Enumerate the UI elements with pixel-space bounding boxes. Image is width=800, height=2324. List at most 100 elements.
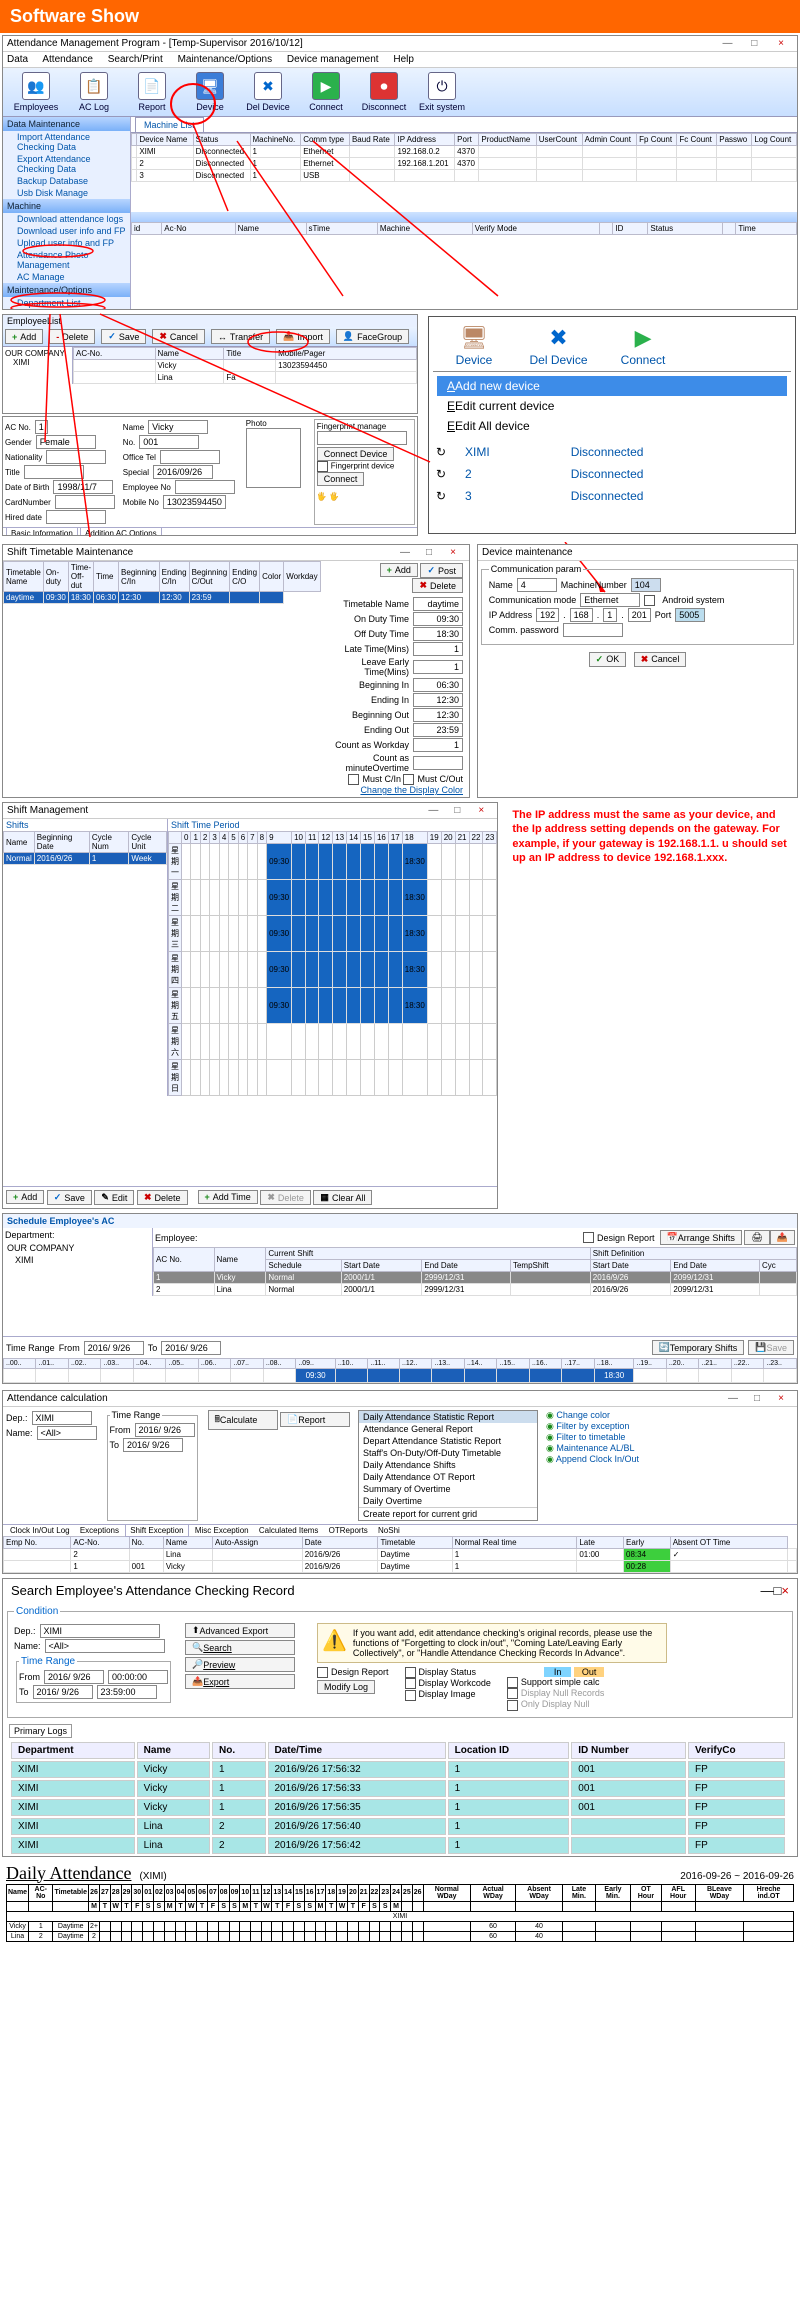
ac-grid[interactable]: Emp No.AC-No.No.NameAuto-AssignDateTimet…	[3, 1536, 797, 1573]
sr-preview[interactable]: 🔎 Preview	[185, 1657, 295, 1672]
emp-delete[interactable]: -Delete	[49, 329, 95, 344]
actab-2[interactable]: Shift Exception	[125, 1524, 188, 1537]
menu-attendance[interactable]: Attendance	[42, 54, 93, 65]
close-button[interactable]: ×	[769, 38, 793, 49]
lower-grid[interactable]: idAc·NoNamesTimeMachineVerify ModeIDStat…	[131, 222, 797, 235]
ac-dep[interactable]: XIMI	[32, 1411, 92, 1425]
sm-add[interactable]: +Add	[6, 1190, 44, 1204]
tb-exit[interactable]: ⏻Exit system	[413, 72, 471, 112]
tb-disconnect[interactable]: ⏺Disconnect	[355, 72, 413, 112]
ac-name[interactable]: <All>	[37, 1426, 97, 1440]
acm-2[interactable]: Depart Attendance Statistic Report	[359, 1435, 537, 1447]
machine-grid[interactable]: Device NameStatusMachineNo.Comm typeBaud…	[131, 133, 797, 182]
sm-grid[interactable]: NameBeginning DateCycle NumCycle UnitNor…	[3, 831, 167, 865]
acm-1[interactable]: Attendance General Report	[359, 1423, 537, 1435]
sr-to[interactable]: 2016/ 9/26	[33, 1685, 93, 1699]
sl-acmanage[interactable]: AC Manage	[3, 271, 130, 283]
acm-3[interactable]: Staff's On-Duty/Off-Duty Timetable	[359, 1447, 537, 1459]
chg-color-link[interactable]: Change the Display Color	[360, 785, 463, 795]
acl-4[interactable]: Append Clock In/Out	[556, 1454, 639, 1464]
sl-photo[interactable]: Attendance Photo Management	[3, 249, 130, 271]
sm-addtime[interactable]: +Add Time	[198, 1190, 258, 1204]
maximize-button[interactable]: □	[742, 38, 766, 49]
stt-add[interactable]: +Add	[380, 563, 418, 577]
sl-backup[interactable]: Backup Database	[3, 175, 130, 187]
zoom-device[interactable]: 🖥Device	[433, 321, 515, 371]
acm-6[interactable]: Summary of Overtime	[359, 1483, 537, 1495]
tree-sub[interactable]: XIMI	[5, 358, 70, 367]
emp-facegroup[interactable]: 👤FaceGroup	[336, 329, 409, 344]
zm-edit[interactable]: EEdit current device	[437, 396, 787, 416]
actab-3[interactable]: Misc Exception	[191, 1525, 253, 1536]
sr-t1[interactable]: 00:00:00	[108, 1670, 168, 1684]
acm-0[interactable]: Daily Attendance Statistic Report	[359, 1411, 537, 1423]
menu-data[interactable]: Data	[7, 54, 28, 65]
temp-shifts-btn[interactable]: 🔄 Temporary Shifts	[652, 1340, 745, 1355]
minimize-button[interactable]: —	[715, 38, 739, 49]
sl-dl-logs[interactable]: Download attendance logs	[3, 213, 130, 225]
plog-tab[interactable]: Primary Logs	[9, 1724, 72, 1738]
sl-deptlist[interactable]: Department List	[3, 297, 130, 309]
tb-employees[interactable]: 👥Employees	[7, 72, 65, 112]
acm-5[interactable]: Daily Attendance OT Report	[359, 1471, 537, 1483]
tb-del-device[interactable]: ✖Del Device	[239, 72, 297, 112]
actab-6[interactable]: NoShi	[374, 1525, 404, 1536]
emp-add[interactable]: +Add	[5, 329, 43, 344]
stt-grid[interactable]: Timetable NameOn-dutyTime-Off-dutTimeBeg…	[3, 561, 321, 604]
plog-grid[interactable]: DepartmentNameNo.Date/TimeLocation IDID …	[9, 1740, 787, 1856]
acm-4[interactable]: Daily Attendance Shifts	[359, 1459, 537, 1471]
se-from[interactable]: 2016/ 9/26	[84, 1341, 144, 1355]
sr-from[interactable]: 2016/ 9/26	[44, 1670, 104, 1684]
se-to[interactable]: 2016/ 9/26	[161, 1341, 221, 1355]
sr-search[interactable]: 🔍 Search	[185, 1640, 295, 1655]
sl-ul-user[interactable]: Upload user info and FP	[3, 237, 130, 249]
actab-0[interactable]: Clock In/Out Log	[6, 1525, 74, 1536]
ac-report[interactable]: 📄 Report	[280, 1412, 350, 1427]
sr-export[interactable]: 📤 Export	[185, 1674, 295, 1689]
se-grid[interactable]: AC No.NameCurrent ShiftShift DefinitionS…	[153, 1247, 797, 1296]
acl-3[interactable]: Maintenance AL/BL	[556, 1443, 634, 1453]
sl-import[interactable]: Import Attendance Checking Data	[3, 131, 130, 153]
devmaint-cancel[interactable]: ✖Cancel	[634, 652, 687, 667]
sm-edit[interactable]: ✎Edit	[94, 1190, 134, 1205]
actab-1[interactable]: Exceptions	[76, 1525, 123, 1536]
menu-maintenance[interactable]: Maintenance/Options	[178, 54, 273, 65]
sl-dl-user[interactable]: Download user info and FP	[3, 225, 130, 237]
sr-t2[interactable]: 23:59:00	[97, 1685, 157, 1699]
tb-connect[interactable]: ▶Connect	[297, 72, 355, 112]
sr-advexp[interactable]: ⬆ Advanced Export	[185, 1623, 295, 1638]
print-btn[interactable]: 🖨	[744, 1230, 769, 1245]
zm-add[interactable]: AAdd new device	[437, 376, 787, 396]
emplist-grid[interactable]: AC-No.NameTitleMobile/PagerVicky13023594…	[73, 347, 417, 384]
acl-2[interactable]: Filter to timetable	[556, 1432, 625, 1442]
connect2-btn[interactable]: Connect	[317, 472, 365, 486]
arrange-btn[interactable]: 📅 Arrange Shifts	[660, 1230, 742, 1245]
stt-post[interactable]: ✓Post	[420, 563, 463, 578]
sl-admin[interactable]: Administrator	[3, 309, 130, 310]
tab-machinelist[interactable]: Machine List	[135, 117, 204, 132]
tb-report[interactable]: 📄Report	[123, 72, 181, 112]
menu-search[interactable]: Search/Print	[108, 54, 163, 65]
acm-7[interactable]: Daily Overtime	[359, 1495, 537, 1507]
zm-editall[interactable]: EEdit All device	[437, 416, 787, 436]
tab-addition[interactable]: Addition AC Options	[80, 527, 162, 536]
emp-transfer[interactable]: ↔Transfer	[211, 329, 270, 344]
export-btn[interactable]: 📤	[770, 1230, 795, 1245]
sm-del[interactable]: ✖Delete	[137, 1190, 188, 1205]
tab-basic[interactable]: Basic Information	[6, 527, 78, 536]
sm-save[interactable]: ✓Save	[47, 1190, 92, 1205]
tb-device[interactable]: 🖥Device	[181, 72, 239, 112]
tree-company[interactable]: OUR COMPANY	[5, 349, 70, 358]
devmaint-ok[interactable]: ✓OK	[589, 652, 627, 667]
ac-calc[interactable]: 🖩 Calculate	[208, 1410, 278, 1430]
zoom-connect[interactable]: ▶Connect	[602, 321, 684, 371]
sm-clearall[interactable]: ▦Clear All	[313, 1190, 372, 1205]
emp-save[interactable]: ✓Save	[101, 329, 146, 344]
sr-modlog[interactable]: Modify Log	[317, 1680, 375, 1694]
acl-1[interactable]: Filter by exception	[556, 1421, 629, 1431]
emp-cancel[interactable]: ✖Cancel	[152, 329, 205, 344]
menu-device[interactable]: Device management	[287, 54, 379, 65]
ac-to[interactable]: 2016/ 9/26	[123, 1438, 183, 1452]
sl-usb[interactable]: Usb Disk Manage	[3, 187, 130, 199]
stt-del[interactable]: ✖Delete	[412, 578, 463, 593]
